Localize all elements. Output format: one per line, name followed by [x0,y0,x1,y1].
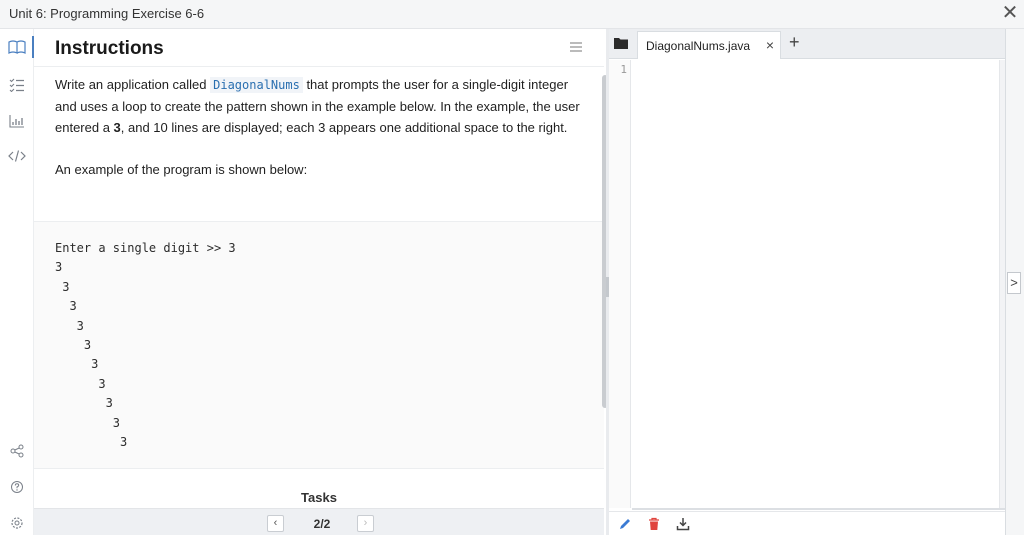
pencil-icon[interactable] [618,517,632,531]
new-file-button[interactable]: + [789,32,800,53]
results-chart-icon[interactable] [0,108,34,134]
task-counter: 2/2 [313,517,331,531]
instructions-heading: Instructions [55,38,164,59]
next-task-button[interactable]: › [357,515,374,532]
class-name-code: DiagonalNums [210,77,303,93]
instructions-text: Write an application called DiagonalNums… [55,74,590,180]
tasks-label: Tasks [301,490,337,505]
download-icon[interactable] [676,517,690,531]
code-input-area[interactable] [632,60,999,508]
example-intro: An example of the program is shown below… [55,162,308,177]
close-window-button[interactable]: ✕ [1000,2,1020,24]
left-rail [0,29,34,535]
line-number: 1 [620,63,627,76]
para-bold-value: 3 [113,120,121,135]
code-editor: DiagonalNums.java × + 1 > [609,29,1024,535]
trash-icon[interactable] [647,517,661,531]
help-icon[interactable] [0,474,34,500]
hamburger-menu-icon[interactable] [570,41,582,53]
settings-icon[interactable] [0,510,34,536]
share-icon[interactable] [0,438,34,464]
title-bar: Unit 6: Programming Exercise 6-6 ✕ [0,0,1024,29]
window-title: Unit 6: Programming Exercise 6-6 [9,6,205,21]
expand-panel-button[interactable]: > [1007,272,1021,294]
line-gutter: 1 [609,60,631,508]
instructions-header: Instructions [34,29,604,67]
previous-task-button[interactable]: ‹ [267,515,284,532]
para-text: , and 10 lines are displayed; each 3 app… [120,120,568,135]
editor-toolbar [609,511,1005,535]
instructions-panel: Instructions Write an application called… [34,29,604,535]
close-tab-button[interactable]: × [766,37,774,53]
instructions-icon[interactable] [0,34,34,60]
file-tab[interactable]: DiagonalNums.java × [637,31,781,59]
file-tab-name: DiagonalNums.java [646,39,751,53]
folder-icon[interactable] [613,36,629,50]
tasks-icon[interactable] [0,72,34,98]
right-collapse-strip: > [1005,29,1024,535]
code-icon[interactable] [0,143,34,169]
example-output-block: Enter a single digit >> 3 3 3 3 3 3 3 3 … [34,221,604,469]
para-text: Write an application called [55,77,211,92]
editor-horizontal-scrollbar[interactable] [632,508,1005,510]
editor-tab-bar: DiagonalNums.java × + [609,29,1005,59]
instructions-paragraph: Write an application called DiagonalNums… [55,74,590,138]
example-output: Enter a single digit >> 3 3 3 3 3 3 3 3 … [55,241,236,450]
task-pager: ‹ 2/2 › [34,508,604,535]
